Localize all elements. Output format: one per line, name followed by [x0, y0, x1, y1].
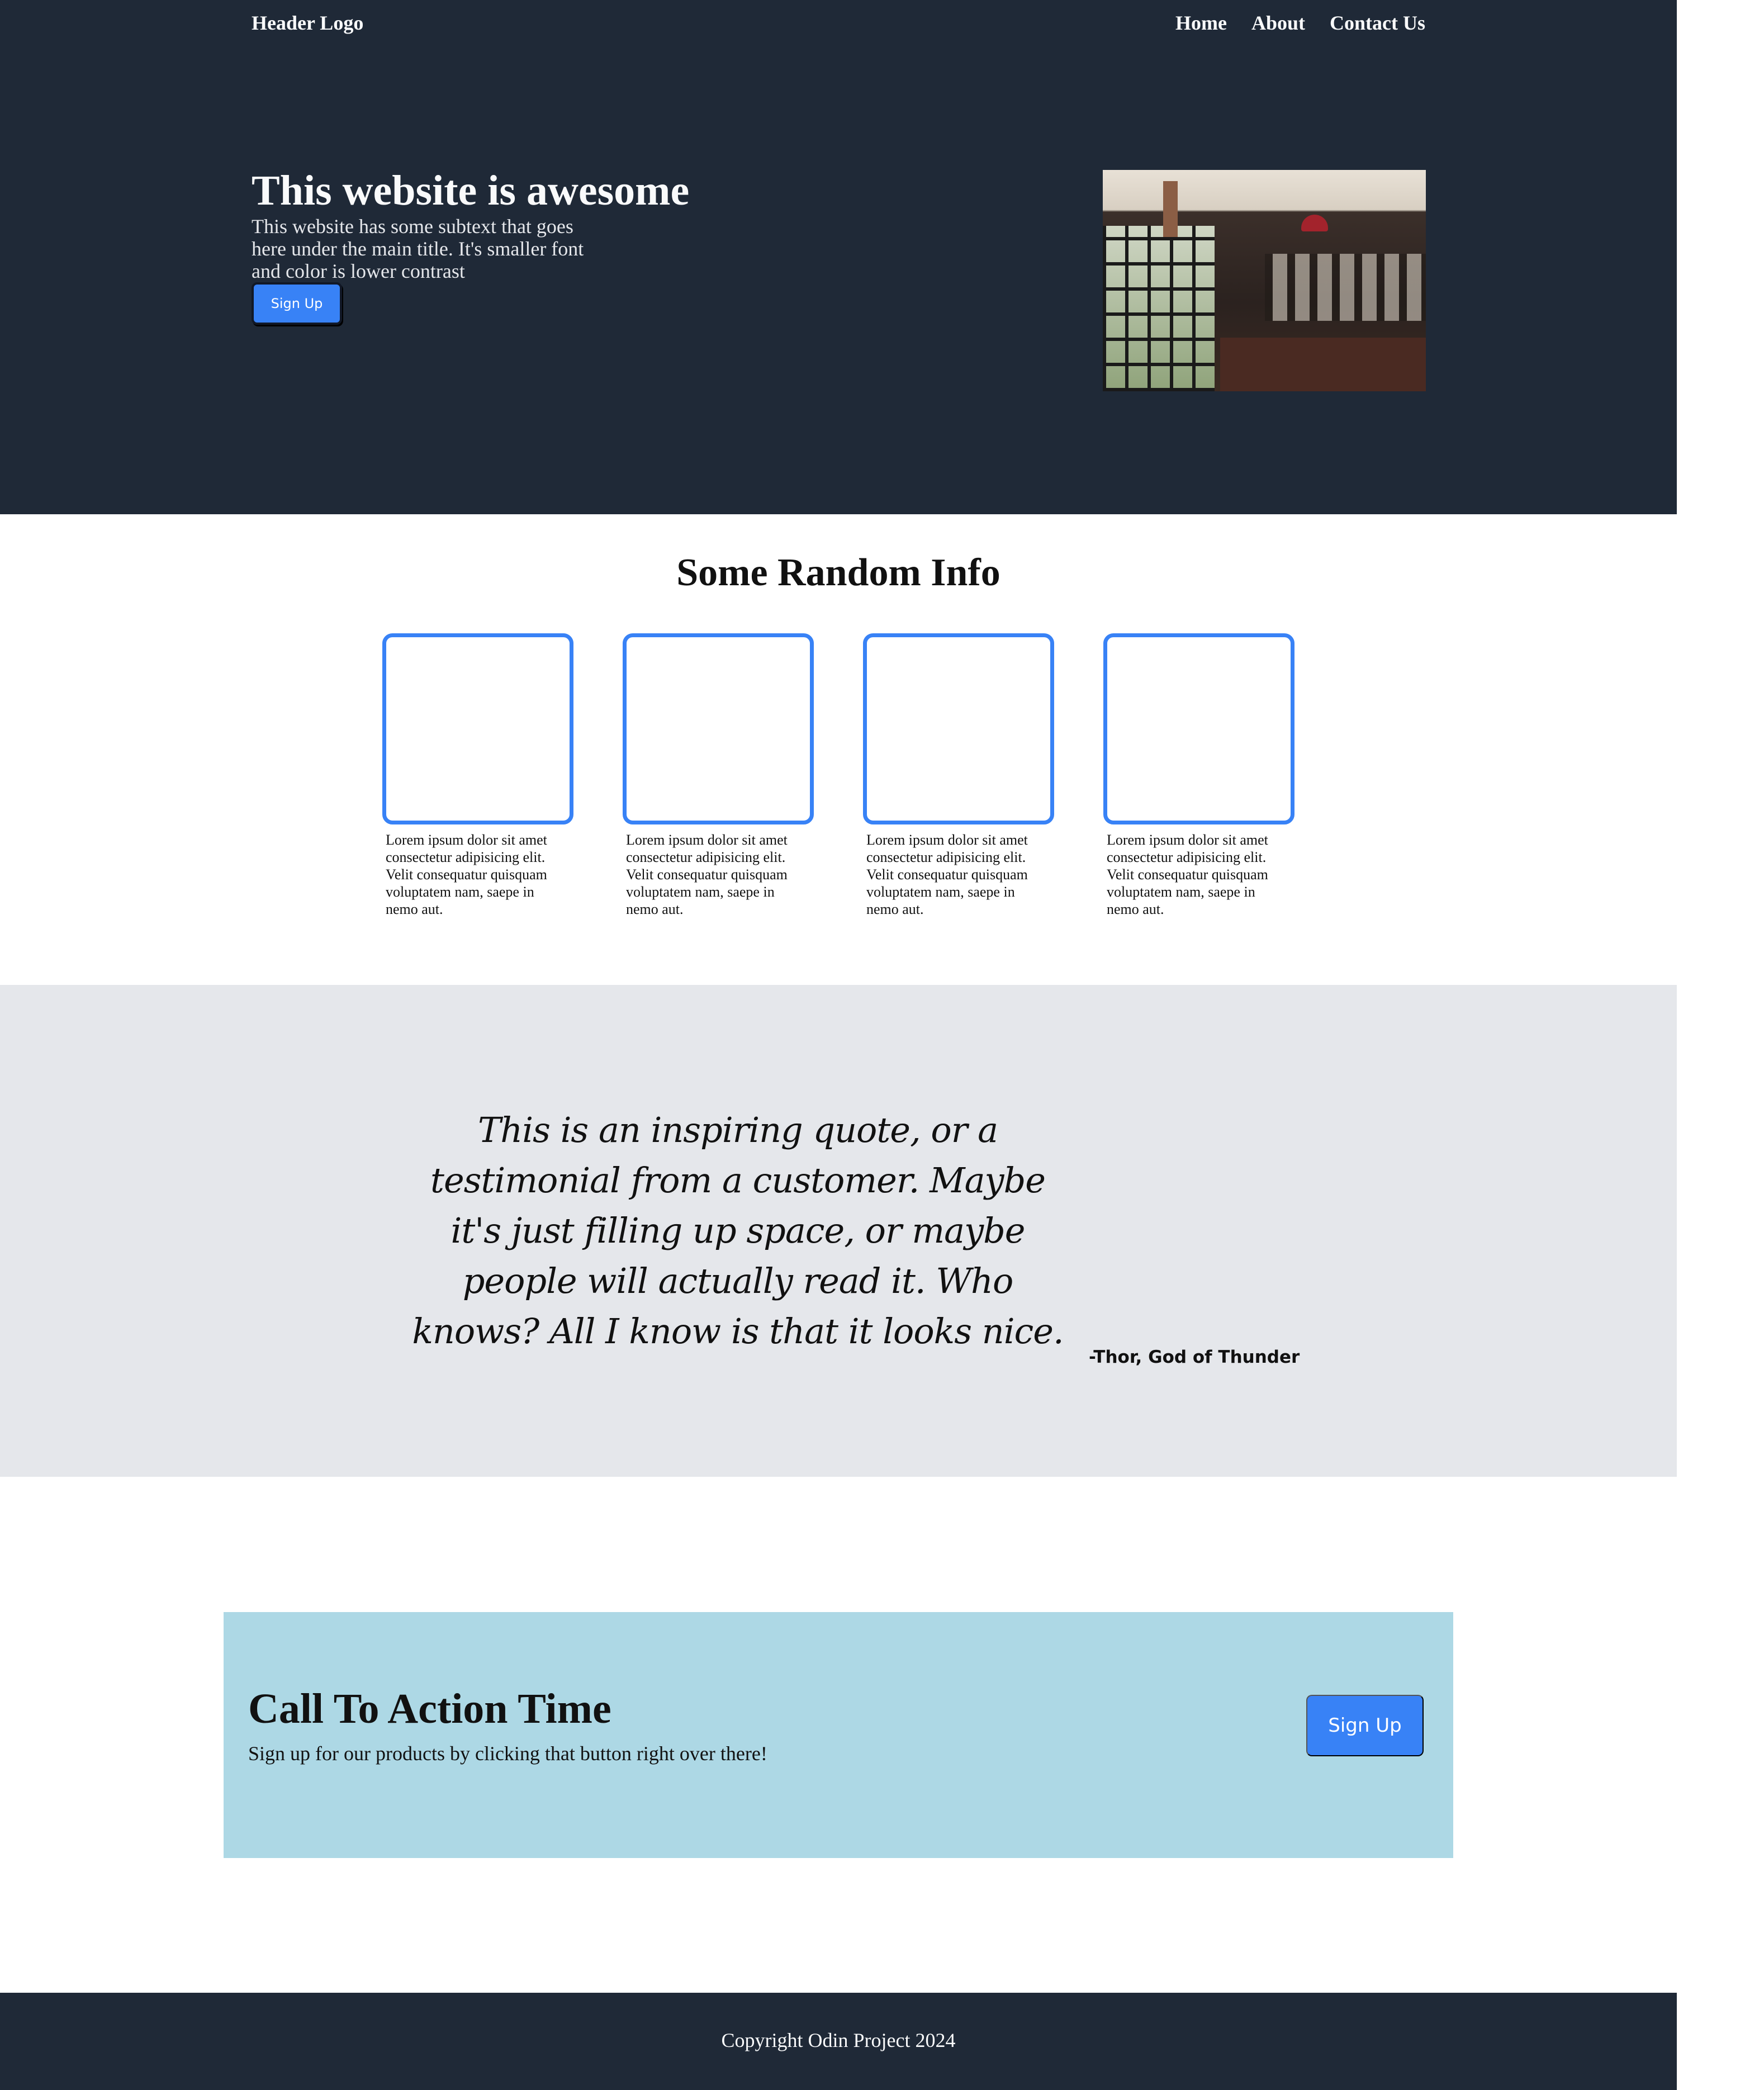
hero-section: Header Logo Home About Contact Us This w… — [0, 0, 1677, 514]
hero-image — [1103, 170, 1426, 391]
info-card-text: Lorem ipsum dolor sit amet consectetur a… — [626, 832, 788, 917]
info-card-text: Lorem ipsum dolor sit amet consectetur a… — [866, 832, 1028, 917]
info-card-image-placeholder — [382, 633, 573, 824]
info-card: Lorem ipsum dolor sit amet consectetur a… — [382, 633, 573, 918]
info-card-image-placeholder — [623, 633, 814, 824]
window-shape — [1103, 226, 1215, 391]
lamp-shape — [1301, 215, 1328, 231]
info-card: Lorem ipsum dolor sit amet consectetur a… — [623, 633, 814, 918]
info-card: Lorem ipsum dolor sit amet consectetur a… — [863, 633, 1054, 918]
info-cards: Lorem ipsum dolor sit amet consectetur a… — [382, 633, 1294, 924]
picture-wall-shape — [1265, 254, 1426, 321]
quote-text: This is an inspiring quote, or a testimo… — [412, 1110, 1064, 1352]
quote-section: This is an inspiring quote, or a testimo… — [0, 985, 1677, 1477]
cta-sign-up-button[interactable]: Sign Up — [1306, 1695, 1424, 1756]
footer: Copyright Odin Project 2024 — [0, 1993, 1677, 2090]
lamp-shape — [1163, 181, 1178, 237]
info-card-text: Lorem ipsum dolor sit amet consectetur a… — [1107, 832, 1268, 917]
info-card-text: Lorem ipsum dolor sit amet consectetur a… — [386, 832, 547, 917]
sofa-shape — [1220, 338, 1426, 391]
nav-contact-link[interactable]: Contact Us — [1330, 11, 1425, 35]
cta-title: Call To Action Time — [248, 1685, 611, 1732]
main-nav: Home About Contact Us — [1175, 11, 1425, 35]
cta-section: Call To Action Time Sign up for our prod… — [224, 1612, 1453, 1858]
info-card-image-placeholder — [1103, 633, 1294, 824]
quote-author: -Thor, God of Thunder — [1089, 1347, 1300, 1367]
hero-title: This website is awesome — [252, 167, 690, 214]
hero-sign-up-button[interactable]: Sign Up — [252, 282, 342, 325]
info-card-image-placeholder — [863, 633, 1054, 824]
page: Header Logo Home About Contact Us This w… — [0, 0, 1677, 2090]
info-card: Lorem ipsum dolor sit amet consectetur a… — [1103, 633, 1294, 918]
hero-subtitle: This website has some subtext that goes … — [252, 215, 584, 282]
nav-about-link[interactable]: About — [1251, 11, 1305, 35]
footer-copyright: Copyright Odin Project 2024 — [721, 2029, 956, 2051]
nav-home-link[interactable]: Home — [1175, 11, 1227, 35]
info-title: Some Random Info — [676, 551, 1000, 594]
cta-subtitle: Sign up for our products by clicking tha… — [248, 1742, 767, 1765]
header-logo[interactable]: Header Logo — [252, 11, 363, 35]
